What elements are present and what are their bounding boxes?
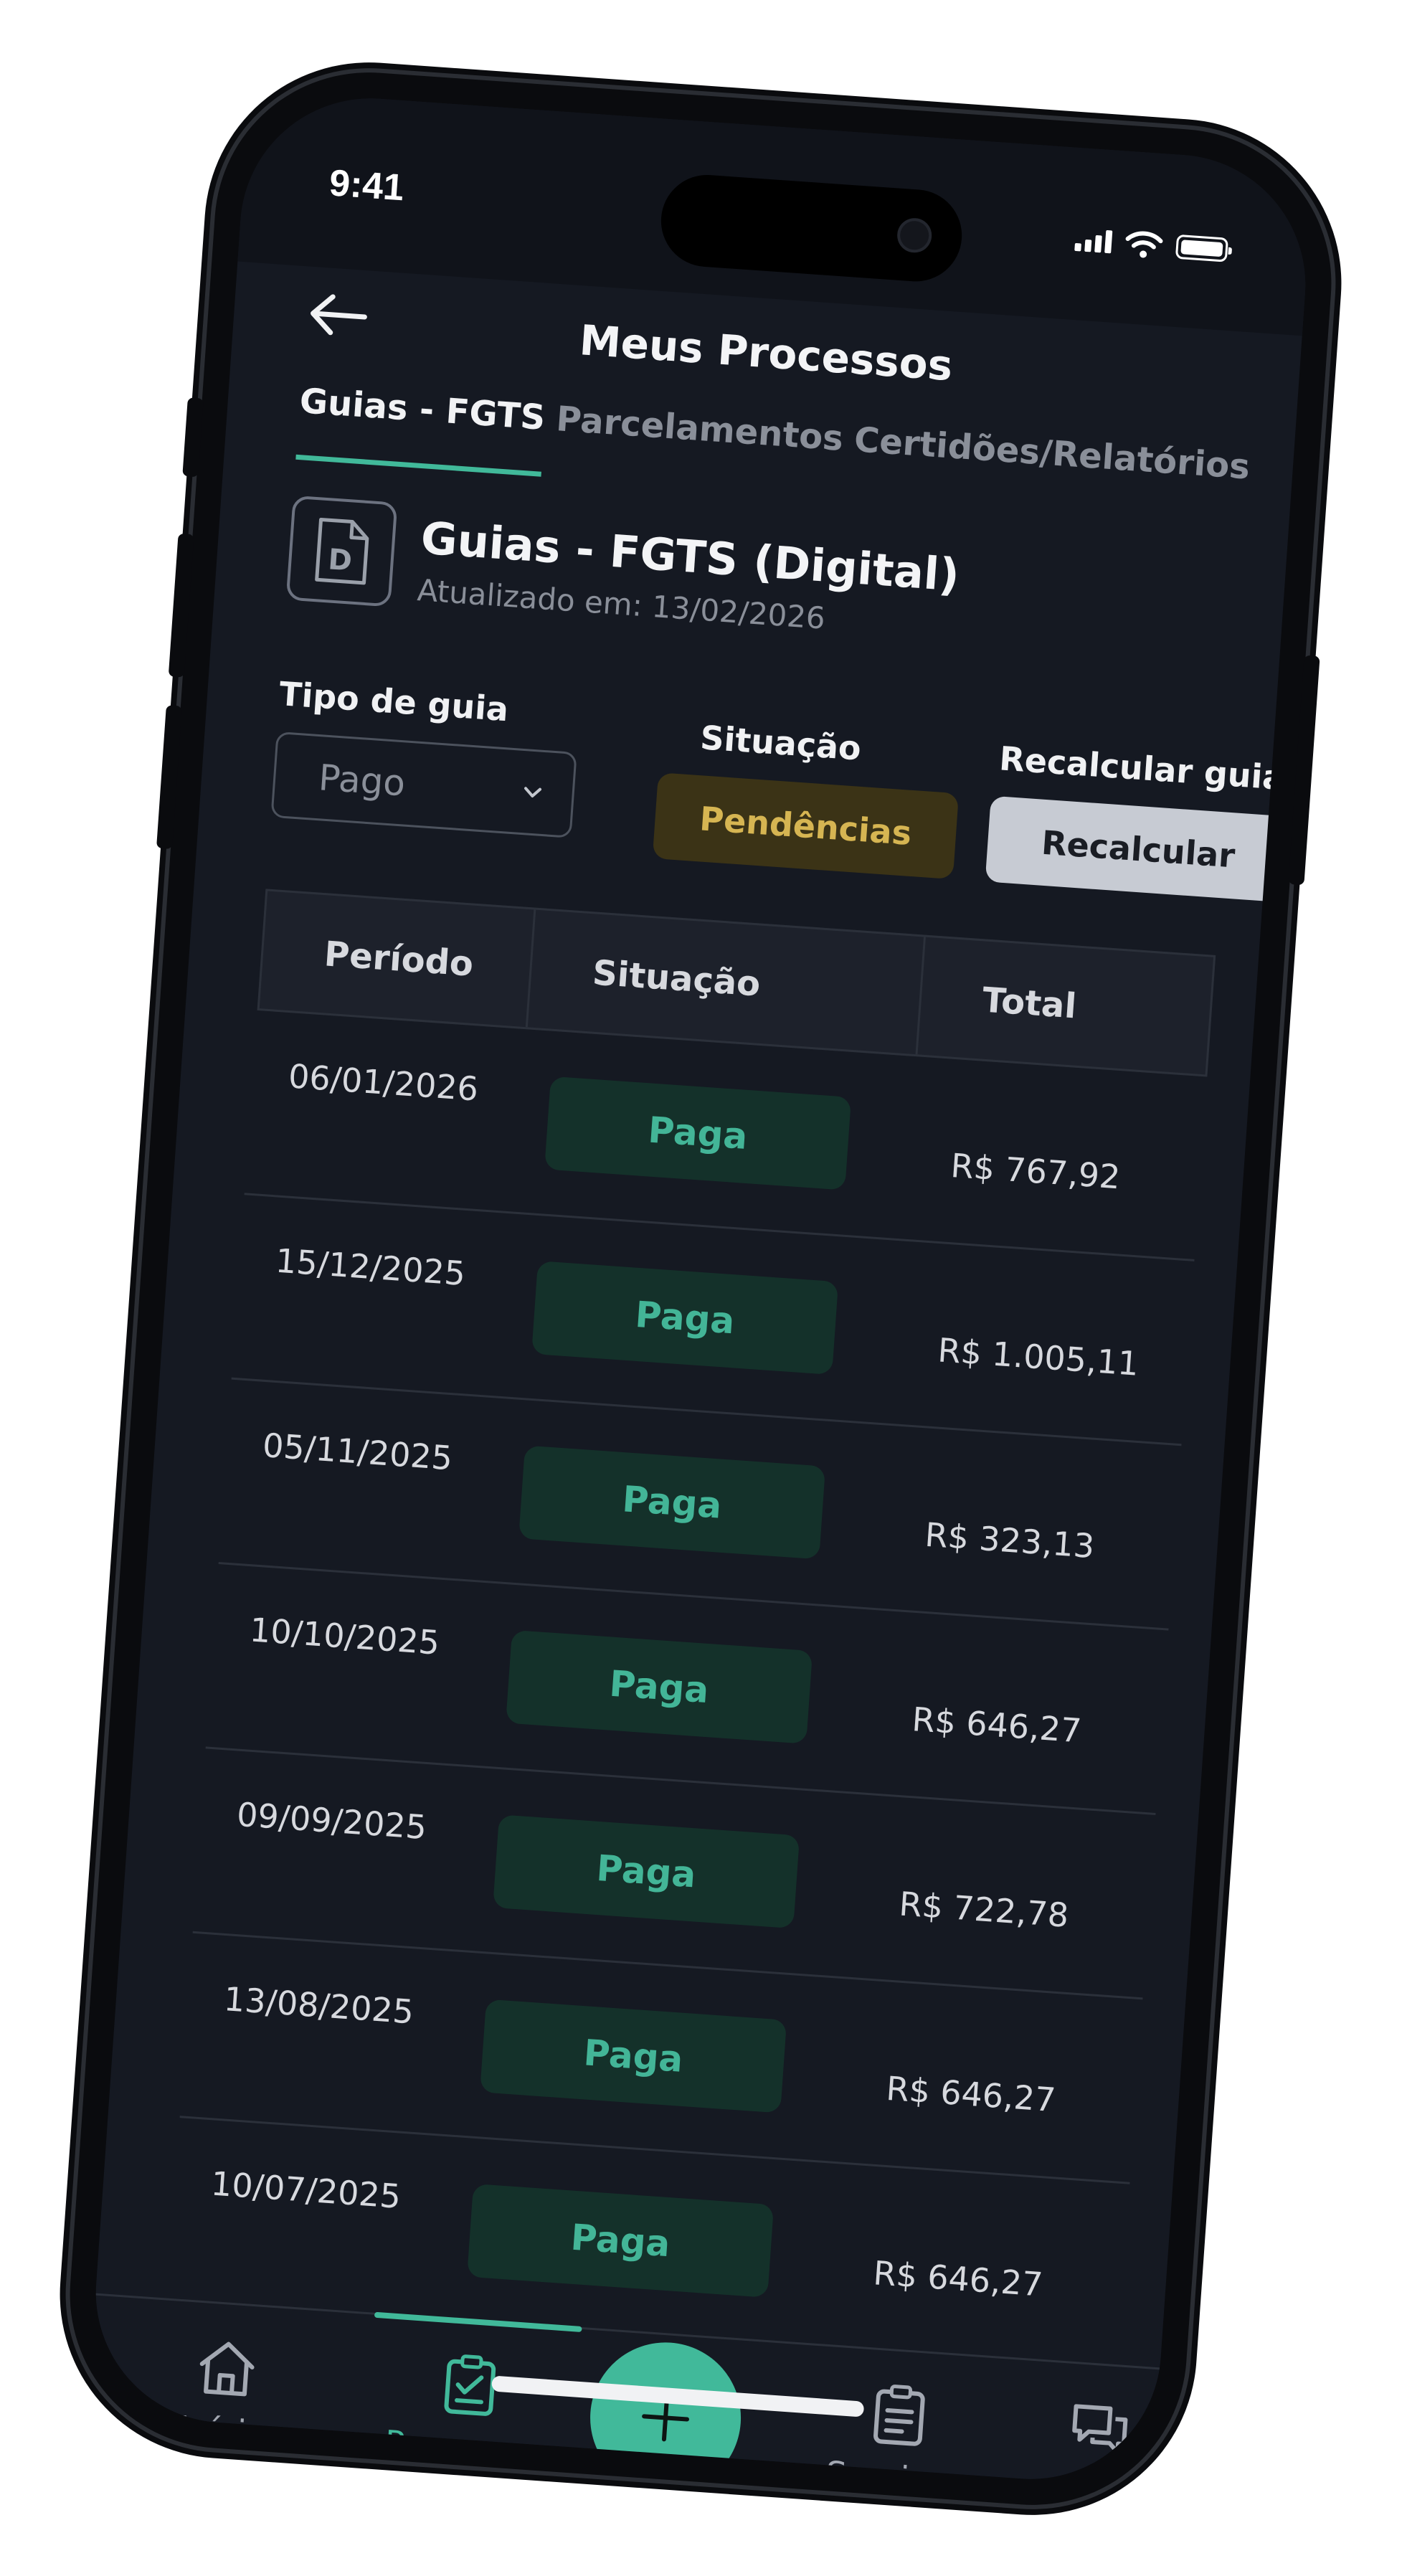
document-icon-letter: D	[327, 543, 353, 577]
row-periodo: 09/09/2025	[235, 1794, 428, 1847]
phone-mockup: 9:41 Meus Processos Guias - FGTS Parcela…	[60, 62, 1342, 2516]
status-badge: Paga	[480, 1999, 787, 2113]
row-total: R$ 722,78	[898, 1883, 1071, 1935]
row-total: R$ 646,27	[872, 2253, 1045, 2304]
signal-icon	[1074, 228, 1113, 254]
column-header-periodo: Período	[259, 891, 536, 1028]
column-header-total: Total	[981, 980, 1078, 1027]
chevron-down-icon	[524, 787, 542, 797]
pendencias-button[interactable]: Pendências	[652, 772, 960, 880]
home-icon	[199, 2341, 255, 2397]
row-periodo: 05/11/2025	[261, 1425, 454, 1477]
row-situacao-cell: Paga	[477, 1628, 873, 1748]
document-icon: D	[285, 495, 398, 607]
column-header-situacao: Situação	[527, 909, 926, 1055]
clipboard-list-icon	[873, 2385, 925, 2446]
file-icon: D	[315, 517, 369, 585]
row-situacao-cell: Paga	[438, 2182, 835, 2302]
tab-bar: Guias - FGTS Parcelamentos Certidões/Rel…	[295, 381, 1251, 526]
status-badge: Paga	[544, 1076, 852, 1190]
tab-parcelamentos[interactable]: Parcelamentos	[552, 399, 845, 498]
status-icons	[1074, 225, 1229, 265]
status-time: 9:41	[328, 162, 406, 209]
row-total: R$ 646,27	[911, 1699, 1084, 1750]
row-situacao-cell: Paga	[516, 1074, 912, 1194]
status-badge: Paga	[518, 1444, 826, 1559]
camera-icon	[896, 217, 933, 254]
tipo-guia-select[interactable]: Pago	[270, 731, 577, 838]
row-periodo: 15/12/2025	[274, 1241, 467, 1293]
tipo-guia-label: Tipo de guia	[278, 674, 510, 729]
status-badge: Paga	[506, 1629, 813, 1744]
row-situacao-cell: Paga	[451, 1997, 848, 2117]
tab-certidoes-relatorios[interactable]: Certidões/Relatórios	[851, 420, 1251, 526]
row-situacao-cell: Paga	[503, 1259, 899, 1379]
dynamic-island	[658, 171, 965, 285]
status-badge: Paga	[467, 2183, 775, 2298]
row-periodo: 10/10/2025	[248, 1609, 441, 1662]
row-total: R$ 767,92	[949, 1145, 1122, 1196]
tab-guias-fgts[interactable]: Guias - FGTS	[295, 381, 547, 477]
row-total: R$ 1.005,11	[937, 1330, 1140, 1383]
row-total: R$ 646,27	[885, 2068, 1058, 2119]
status-badge: Paga	[493, 1814, 800, 1928]
row-situacao-cell: Paga	[464, 1812, 861, 1933]
row-periodo: 10/07/2025	[209, 2163, 402, 2216]
status-badge: Paga	[531, 1260, 839, 1375]
app-screen: 9:41 Meus Processos Guias - FGTS Parcela…	[87, 90, 1315, 2488]
chat-icon	[1072, 2404, 1128, 2455]
row-periodo: 13/08/2025	[222, 1979, 415, 2031]
section-header: D Guias - FGTS (Digital) Atualizado em: …	[285, 495, 1244, 676]
battery-icon	[1175, 234, 1229, 262]
tipo-guia-value: Pago	[317, 757, 407, 805]
recalcular-button[interactable]: Recalcular	[985, 795, 1292, 903]
wifi-icon	[1125, 231, 1163, 258]
row-total: R$ 323,13	[924, 1515, 1097, 1566]
filters: Tipo de guia Pago Situação Pendências Re…	[267, 674, 1306, 927]
row-periodo: 06/01/2026	[287, 1056, 480, 1109]
guias-table: Período Situação Total 06/01/2026 Paga R…	[166, 889, 1216, 2369]
row-situacao-cell: Paga	[490, 1443, 886, 1563]
recalcular-label: Recalcular guias	[998, 739, 1306, 799]
situacao-label: Situação	[698, 718, 863, 768]
